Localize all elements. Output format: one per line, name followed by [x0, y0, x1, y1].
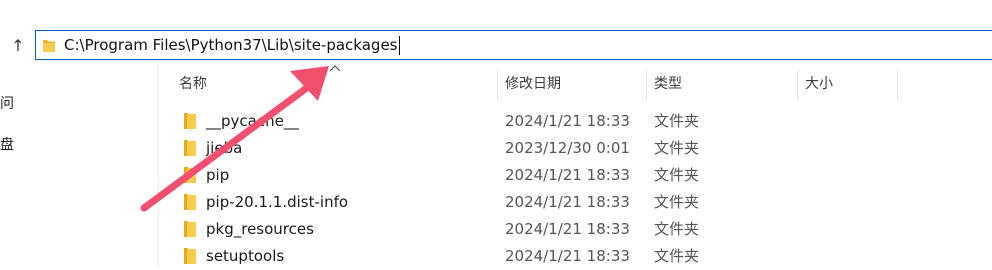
file-date: 2024/1/21 18:33	[505, 220, 630, 238]
pane-divider	[158, 62, 159, 266]
folder-icon	[43, 40, 55, 52]
file-name: __pycache__	[206, 112, 299, 130]
file-type: 文件夹	[654, 193, 700, 211]
address-bar[interactable]: C:\Program Files\Python37\Lib\site-packa…	[35, 30, 992, 60]
up-arrow-icon[interactable]: ↑	[9, 36, 27, 56]
column-separator[interactable]	[797, 70, 798, 100]
folder-icon	[184, 167, 196, 183]
address-path[interactable]: C:\Program Files\Python37\Lib\site-packa…	[64, 36, 400, 55]
file-type: 文件夹	[654, 247, 700, 265]
file-date: 2024/1/21 18:33	[505, 112, 630, 130]
file-name: pkg_resources	[206, 220, 314, 238]
nav-item-partial-1[interactable]: 问	[0, 93, 14, 113]
column-separator[interactable]	[497, 70, 498, 100]
file-row[interactable]: pip 2024/1/21 18:33 文件夹	[160, 162, 992, 189]
sort-caret-icon	[329, 65, 341, 72]
file-row[interactable]: jieba 2023/12/30 0:01 文件夹	[160, 135, 992, 162]
folder-icon	[184, 140, 196, 156]
navigation-pane: 问 盘	[0, 62, 160, 266]
column-header-date[interactable]: 修改日期	[505, 66, 561, 102]
file-date: 2024/1/21 18:33	[505, 166, 630, 184]
file-date: 2024/1/21 18:33	[505, 193, 630, 211]
file-type: 文件夹	[654, 112, 700, 130]
column-separator[interactable]	[897, 70, 898, 100]
file-date: 2023/12/30 0:01	[505, 139, 630, 157]
file-name: pip-20.1.1.dist-info	[206, 193, 349, 211]
file-type: 文件夹	[654, 139, 700, 157]
column-separator[interactable]	[646, 70, 647, 100]
column-header-name[interactable]: 名称	[179, 66, 207, 102]
text-caret	[398, 36, 400, 55]
folder-icon	[184, 221, 196, 237]
folder-icon	[184, 248, 196, 264]
file-type: 文件夹	[654, 220, 700, 238]
column-header-type[interactable]: 类型	[654, 66, 682, 102]
column-header-size[interactable]: 大小	[805, 66, 833, 102]
address-bar-row: ↑ C:\Program Files\Python37\Lib\site-pac…	[0, 30, 992, 62]
folder-icon	[184, 194, 196, 210]
file-name: pip	[206, 166, 230, 184]
file-row[interactable]: __pycache__ 2024/1/21 18:33 文件夹	[160, 108, 992, 135]
file-name: setuptools	[206, 247, 285, 265]
nav-item-partial-2[interactable]: 盘	[0, 134, 14, 154]
file-list: __pycache__ 2024/1/21 18:33 文件夹 jieba 20…	[160, 108, 992, 270]
file-name: jieba	[206, 139, 243, 157]
column-header-row: 名称 修改日期 类型 大小	[160, 66, 992, 102]
file-row[interactable]: pkg_resources 2024/1/21 18:33 文件夹	[160, 216, 992, 243]
file-row[interactable]: pip-20.1.1.dist-info 2024/1/21 18:33 文件夹	[160, 189, 992, 216]
file-type: 文件夹	[654, 166, 700, 184]
file-date: 2024/1/21 18:33	[505, 247, 630, 265]
folder-icon	[184, 113, 196, 129]
